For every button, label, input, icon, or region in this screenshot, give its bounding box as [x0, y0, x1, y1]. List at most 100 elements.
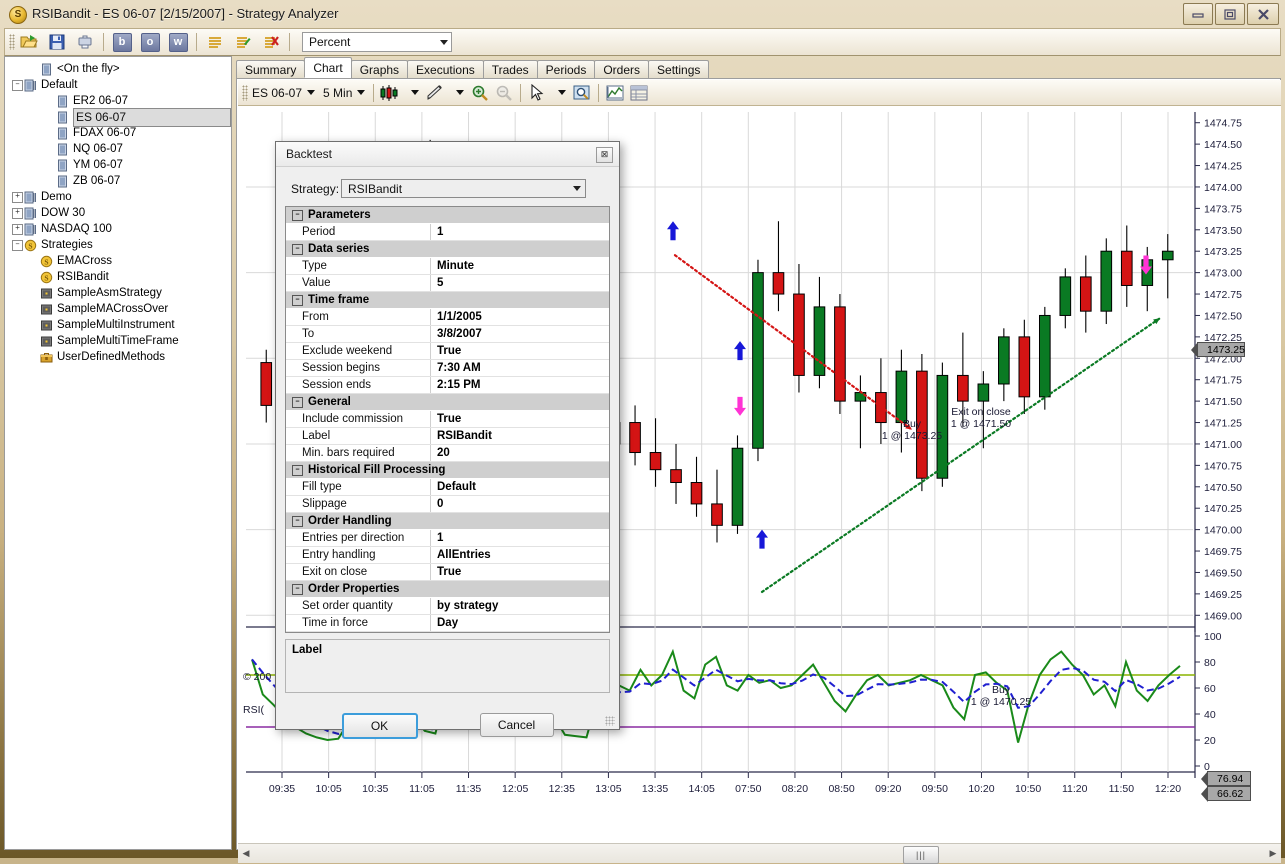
strategy-select[interactable]: RSIBandit — [341, 179, 586, 198]
scroll-left-icon[interactable]: ◀ — [238, 845, 254, 863]
tree-item-samplemultitimeframe[interactable]: SampleMultiTimeFrame — [5, 333, 231, 349]
collapse-icon[interactable]: – — [292, 516, 303, 527]
tree-item-userdefinedmethods[interactable]: UserDefinedMethods — [5, 349, 231, 365]
tree-item-emacross[interactable]: SEMACross — [5, 253, 231, 269]
tree-item-sampleasmstrategy[interactable]: SampleAsmStrategy — [5, 285, 231, 301]
property-value[interactable]: 1 — [431, 530, 609, 546]
tree-item-samplemultiinstrument[interactable]: SampleMultiInstrument — [5, 317, 231, 333]
tree-item-on-the-fly[interactable]: <On the fly> — [5, 61, 231, 77]
property-value[interactable]: Minute — [431, 258, 609, 274]
backtest-b-icon[interactable]: b — [109, 30, 135, 54]
maximize-button[interactable] — [1215, 3, 1245, 25]
property-row[interactable]: Include commissionTrue — [286, 411, 609, 428]
tree-item-default[interactable]: –Default — [5, 77, 231, 93]
property-value[interactable]: 7:30 AM — [431, 360, 609, 376]
tree-item-fdax-06-07[interactable]: FDAX 06-07 — [5, 125, 231, 141]
property-row[interactable]: Period1 — [286, 224, 609, 241]
collapse-icon[interactable]: – — [11, 239, 24, 252]
property-row[interactable]: Fill typeDefault — [286, 479, 609, 496]
property-value[interactable]: 20 — [431, 445, 609, 461]
candlestick-style-dropdown[interactable] — [402, 83, 423, 103]
property-value[interactable]: True — [431, 343, 609, 359]
zoom-region-icon[interactable] — [570, 83, 594, 103]
pointer-tool-dropdown[interactable] — [549, 83, 570, 103]
property-row[interactable]: Entry handlingAllEntries — [286, 547, 609, 564]
scroll-right-icon[interactable]: ▶ — [1265, 845, 1281, 863]
property-group-general[interactable]: –General — [286, 394, 609, 411]
property-group-order-handling[interactable]: –Order Handling — [286, 513, 609, 530]
pointer-tool-icon[interactable] — [525, 83, 549, 103]
collapse-icon[interactable]: – — [292, 295, 303, 306]
walkforward-w-icon[interactable]: w — [165, 30, 191, 54]
drawing-tools-dropdown[interactable] — [447, 83, 468, 103]
property-group-time-frame[interactable]: –Time frame — [286, 292, 609, 309]
expand-icon[interactable]: + — [11, 207, 24, 220]
collapse-icon[interactable]: – — [292, 584, 303, 595]
tree-item-samplemacrossover[interactable]: SampleMACrossOver — [5, 301, 231, 317]
property-row[interactable]: Exclude weekendTrue — [286, 343, 609, 360]
minimize-button[interactable] — [1183, 3, 1213, 25]
property-value[interactable]: by strategy — [431, 598, 609, 614]
property-row[interactable]: From1/1/2005 — [286, 309, 609, 326]
tree-item-dow-30[interactable]: +DOW 30 — [5, 205, 231, 221]
print-icon[interactable] — [72, 30, 98, 54]
property-group-data-series[interactable]: –Data series — [286, 241, 609, 258]
tree-item-nq-06-07[interactable]: NQ 06-07 — [5, 141, 231, 157]
property-row[interactable]: Set order quantityby strategy — [286, 598, 609, 615]
property-value[interactable]: Day — [431, 615, 609, 631]
property-row[interactable]: Slippage0 — [286, 496, 609, 513]
property-value[interactable]: 1/1/2005 — [431, 309, 609, 325]
list-icon[interactable] — [202, 30, 228, 54]
property-value[interactable]: 3/8/2007 — [431, 326, 609, 342]
collapse-icon[interactable]: – — [292, 210, 303, 221]
tab-trades[interactable]: Trades — [483, 60, 538, 78]
property-row[interactable]: Entries per direction1 — [286, 530, 609, 547]
zoom-out-icon[interactable] — [492, 83, 516, 103]
close-button[interactable] — [1247, 3, 1279, 25]
tab-summary[interactable]: Summary — [236, 60, 305, 78]
list-remove-icon[interactable] — [258, 30, 284, 54]
dialog-close-icon[interactable]: ⊠ — [596, 147, 613, 163]
toolbar-grip[interactable] — [9, 34, 15, 50]
property-value[interactable]: RSIBandit — [431, 428, 609, 444]
property-row[interactable]: Exit on closeTrue — [286, 564, 609, 581]
property-group-parameters[interactable]: –Parameters — [286, 207, 609, 224]
optimize-o-icon[interactable]: o — [137, 30, 163, 54]
indicator-icon[interactable] — [603, 83, 627, 103]
tab-graphs[interactable]: Graphs — [351, 60, 408, 78]
tree-item-demo[interactable]: +Demo — [5, 189, 231, 205]
expand-icon[interactable]: + — [11, 223, 24, 236]
collapse-icon[interactable]: – — [292, 397, 303, 408]
candlestick-style-icon[interactable] — [378, 83, 402, 103]
collapse-icon[interactable]: – — [292, 465, 303, 476]
property-value[interactable]: 1 — [431, 224, 609, 240]
dialog-resize-grip[interactable] — [605, 716, 615, 726]
property-row[interactable]: Session ends2:15 PM — [286, 377, 609, 394]
tree-item-zb-06-07[interactable]: ZB 06-07 — [5, 173, 231, 189]
instrument-selector[interactable]: ES 06-07 — [248, 83, 319, 103]
tree-item-es-06-07[interactable]: ES 06-07 — [5, 109, 231, 125]
property-value[interactable]: True — [431, 411, 609, 427]
data-box-icon[interactable] — [627, 83, 651, 103]
property-row[interactable]: Session begins7:30 AM — [286, 360, 609, 377]
tab-settings[interactable]: Settings — [648, 60, 709, 78]
tab-orders[interactable]: Orders — [594, 60, 649, 78]
property-row[interactable]: Value5 — [286, 275, 609, 292]
tab-executions[interactable]: Executions — [407, 60, 484, 78]
zoom-in-icon[interactable] — [468, 83, 492, 103]
property-row[interactable]: Time in forceDay — [286, 615, 609, 632]
property-group-historical-fill-processing[interactable]: –Historical Fill Processing — [286, 462, 609, 479]
property-row[interactable]: To3/8/2007 — [286, 326, 609, 343]
expand-icon[interactable]: + — [11, 191, 24, 204]
property-row[interactable]: Min. bars required20 — [286, 445, 609, 462]
list-add-icon[interactable] — [230, 30, 256, 54]
chart-horizontal-scrollbar[interactable]: ◀ ||| ▶ — [238, 843, 1281, 863]
interval-selector[interactable]: 5 Min — [319, 83, 369, 103]
property-row[interactable]: LabelRSIBandit — [286, 428, 609, 445]
collapse-icon[interactable]: – — [11, 79, 24, 92]
collapse-icon[interactable]: – — [292, 244, 303, 255]
display-mode-combo[interactable]: Percent — [302, 32, 452, 52]
ok-button[interactable]: OK — [342, 713, 418, 739]
tab-chart[interactable]: Chart — [304, 57, 351, 78]
property-value[interactable]: True — [431, 564, 609, 580]
